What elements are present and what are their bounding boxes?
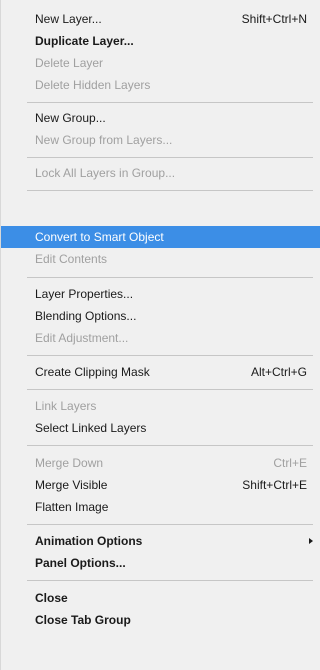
- menu-separator: [27, 389, 313, 390]
- menu-item-flatten-image[interactable]: Flatten Image: [1, 496, 320, 518]
- menu-item-label: Panel Options...: [35, 556, 126, 570]
- menu-item-label: New Group from Layers...: [35, 133, 173, 147]
- menu-item-label: Create Clipping Mask: [35, 365, 150, 379]
- menu-item-label: Edit Contents: [35, 252, 108, 266]
- menu-item-label: Layer Properties...: [35, 287, 134, 301]
- menu-separator: [27, 355, 313, 356]
- menu-item-shortcut: Ctrl+E: [273, 456, 307, 470]
- menu-item-new-layer[interactable]: New Layer... Shift+Ctrl+N: [1, 8, 320, 30]
- menu-item-label: Animation Options: [35, 534, 143, 548]
- menu-item-label: Convert to Smart Object: [35, 230, 164, 244]
- menu-item-shortcut: Alt+Ctrl+G: [250, 365, 307, 379]
- menu-item-edit-contents: Edit Contents: [1, 248, 320, 270]
- menu-item-label: Lock All Layers in Group...: [35, 166, 176, 180]
- menu-item-layer-properties[interactable]: Layer Properties...: [1, 283, 320, 305]
- menu-item-label: New Layer...: [35, 12, 102, 26]
- menu-item-shortcut: Shift+Ctrl+E: [242, 478, 307, 492]
- menu-item-edit-adjustment: Edit Adjustment...: [1, 327, 320, 349]
- menu-separator: [27, 157, 313, 158]
- menu-item-close[interactable]: Close: [1, 587, 320, 609]
- menu-item-label: Close Tab Group: [35, 613, 131, 627]
- menu-separator: [27, 277, 313, 278]
- menu-item-label: New Group...: [35, 111, 106, 125]
- menu-item-label: Merge Visible: [35, 478, 108, 492]
- menu-item-shortcut: Shift+Ctrl+N: [241, 12, 307, 26]
- menu-item-label: Edit Adjustment...: [35, 331, 129, 345]
- menu-item-label: Link Layers: [35, 399, 97, 413]
- layers-panel-menu: New Layer... Shift+Ctrl+N Duplicate Laye…: [0, 0, 320, 670]
- menu-separator: [27, 580, 313, 581]
- menu-separator: [27, 524, 313, 525]
- menu-item-create-clipping-mask[interactable]: Create Clipping Mask Alt+Ctrl+G: [1, 361, 320, 383]
- menu-item-delete-layer: Delete Layer: [1, 52, 320, 74]
- menu-item-label: Duplicate Layer...: [35, 34, 134, 48]
- menu-item-label: Select Linked Layers: [35, 421, 147, 435]
- menu-item-duplicate-layer[interactable]: Duplicate Layer...: [1, 30, 320, 52]
- menu-item-merge-visible[interactable]: Merge Visible Shift+Ctrl+E: [1, 474, 320, 496]
- chevron-right-icon: [309, 538, 313, 544]
- menu-item-select-linked-layers[interactable]: Select Linked Layers: [1, 417, 320, 439]
- menu-item-blending-options[interactable]: Blending Options...: [1, 305, 320, 327]
- menu-separator: [27, 102, 313, 103]
- menu-item-label: Merge Down: [35, 456, 104, 470]
- menu-item-delete-hidden-layers: Delete Hidden Layers: [1, 74, 320, 96]
- menu-item-label: Flatten Image: [35, 500, 109, 514]
- menu-separator: [27, 445, 313, 446]
- menu-item-label: Close: [35, 591, 68, 605]
- menu-separator: [27, 190, 313, 191]
- menu-item-new-group[interactable]: New Group...: [1, 107, 320, 129]
- menu-item-label: Blending Options...: [35, 309, 137, 323]
- menu-item-label: Delete Layer: [35, 56, 104, 70]
- menu-item-new-group-from-layers: New Group from Layers...: [1, 129, 320, 151]
- menu-item-label: Delete Hidden Layers: [35, 78, 151, 92]
- menu-item-animation-options[interactable]: Animation Options: [1, 530, 320, 552]
- menu-item-panel-options[interactable]: Panel Options...: [1, 552, 320, 574]
- menu-item-convert-to-smart-object[interactable]: Convert to Smart Object: [1, 226, 320, 248]
- menu-item-merge-down: Merge Down Ctrl+E: [1, 452, 320, 474]
- menu-item-close-tab-group[interactable]: Close Tab Group: [1, 609, 320, 631]
- menu-item-lock-all-layers-in-group: Lock All Layers in Group...: [1, 162, 320, 184]
- menu-item-link-layers: Link Layers: [1, 395, 320, 417]
